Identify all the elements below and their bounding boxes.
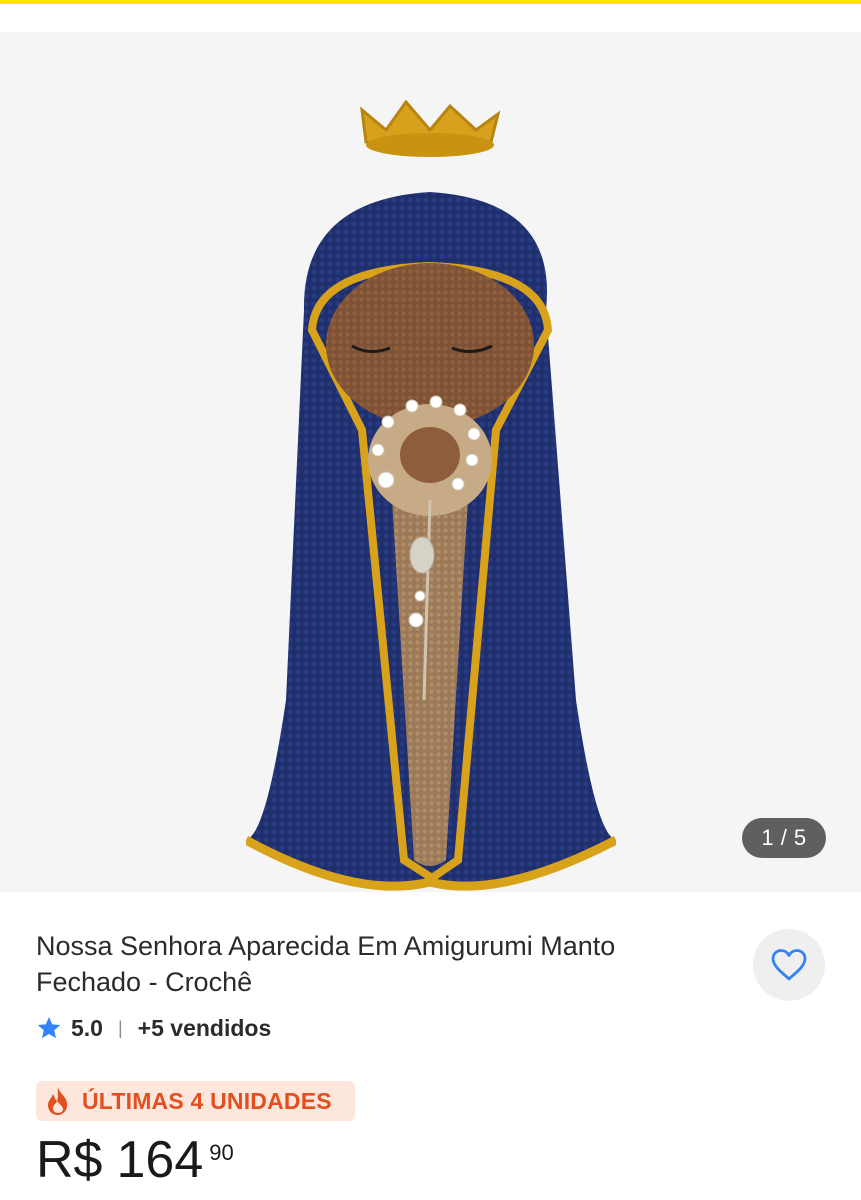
price-amount: 164 xyxy=(116,1131,204,1189)
favorite-button[interactable] xyxy=(753,929,825,1001)
sold-count: +5 vendidos xyxy=(137,1014,272,1041)
rating-row[interactable]: 5.0 | +5 vendidos xyxy=(36,1010,271,1046)
product-title: Nossa Senhora Aparecida Em Amigurumi Man… xyxy=(36,931,616,997)
stock-badge-text: ÚLTIMAS 4 UNIDADES xyxy=(82,1087,332,1114)
star-icon xyxy=(37,1016,61,1039)
top-accent-bar xyxy=(0,0,861,4)
price-cents: 90 xyxy=(209,1140,234,1165)
price: R$ 164 90 xyxy=(36,1130,234,1190)
product-gallery[interactable]: 1 / 5 xyxy=(0,32,861,892)
rating-separator: | xyxy=(117,1017,123,1038)
heart-icon xyxy=(771,949,807,981)
gallery-pager: 1 / 5 xyxy=(742,818,826,858)
rating-score: 5.0 xyxy=(71,1014,103,1041)
product-image[interactable] xyxy=(246,100,616,892)
stock-badge: ÚLTIMAS 4 UNIDADES xyxy=(36,1081,355,1121)
price-currency: R$ xyxy=(36,1131,103,1189)
flame-icon xyxy=(48,1087,68,1115)
